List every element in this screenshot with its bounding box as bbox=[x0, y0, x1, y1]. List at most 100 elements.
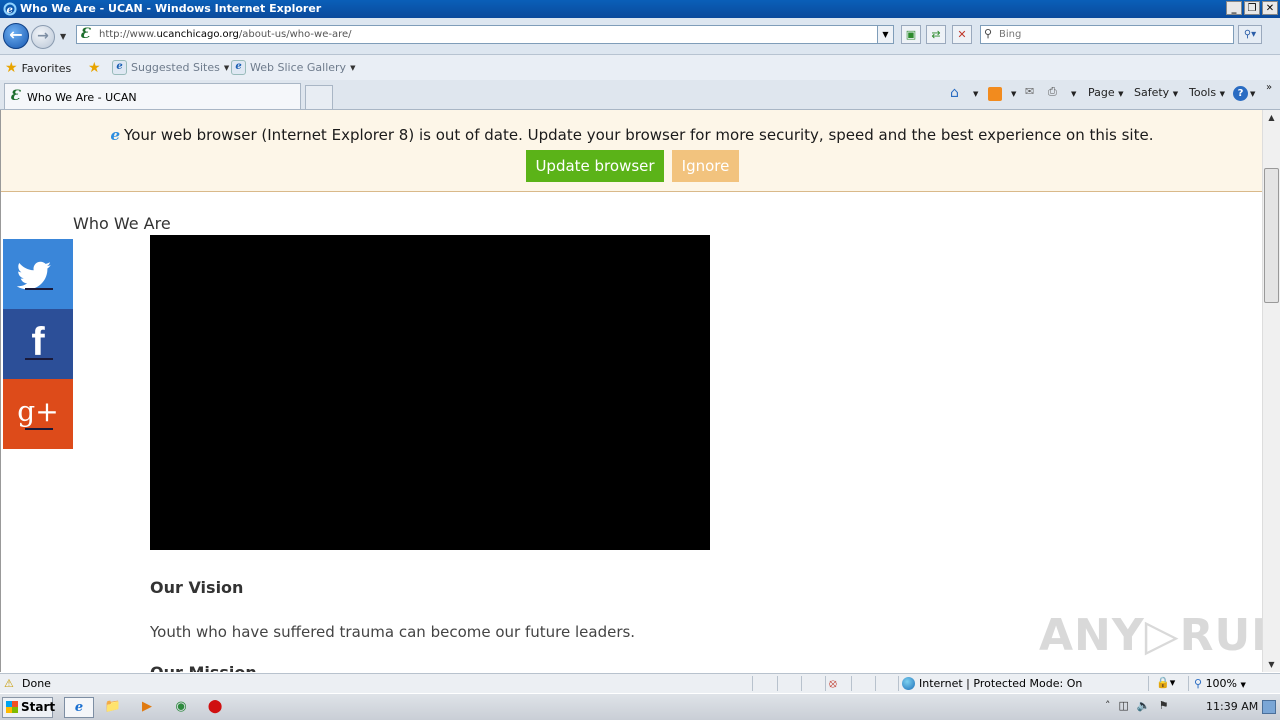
ignore-button[interactable]: Ignore bbox=[672, 150, 739, 182]
url-domain: ucanchicago.org bbox=[156, 29, 239, 40]
scrollbar-thumb[interactable] bbox=[1264, 168, 1279, 303]
popup-blocker-icon[interactable]: ⦻ bbox=[829, 676, 837, 691]
taskbar-opera[interactable]: ⬤ bbox=[200, 697, 230, 718]
web-slice-icon: e bbox=[231, 60, 246, 75]
clock[interactable]: 11:39 AM bbox=[1206, 700, 1258, 713]
twitter-share-button[interactable] bbox=[3, 239, 73, 309]
rss-feed-icon[interactable] bbox=[988, 87, 1002, 101]
search-box[interactable]: ⚲ bbox=[980, 25, 1234, 44]
recent-pages-dropdown[interactable]: ▼ bbox=[60, 32, 66, 41]
tools-menu-label: Tools bbox=[1189, 86, 1217, 99]
facebook-share-button[interactable]: f bbox=[3, 309, 73, 379]
tools-menu[interactable]: Tools ▼ bbox=[1189, 86, 1225, 99]
address-url[interactable]: http://www.ucanchicago.org/about-us/who-… bbox=[99, 29, 352, 40]
taskbar-internet-explorer[interactable]: e bbox=[64, 697, 94, 718]
chevron-down-icon: ▼ bbox=[350, 63, 356, 72]
google-plus-underline bbox=[25, 428, 53, 430]
taskbar-chrome[interactable]: ◉ bbox=[166, 697, 196, 718]
banner-message-text: Your web browser (Internet Explorer 8) i… bbox=[124, 126, 1154, 144]
scroll-up-arrow-icon[interactable]: ▲ bbox=[1264, 110, 1279, 125]
new-tab-button[interactable] bbox=[305, 85, 333, 109]
feeds-dropdown[interactable]: ▼ bbox=[1011, 90, 1016, 98]
chevron-more-icon[interactable]: » bbox=[1266, 82, 1272, 93]
stop-icon: ✕ bbox=[957, 28, 967, 41]
status-divider bbox=[801, 676, 802, 691]
web-slice-gallery-button[interactable]: e Web Slice Gallery ▼ bbox=[231, 60, 355, 75]
video-embed[interactable] bbox=[150, 235, 710, 550]
status-text: Done bbox=[22, 677, 51, 690]
print-icon[interactable]: ⎙ bbox=[1048, 85, 1064, 101]
minimize-button[interactable]: _ bbox=[1226, 1, 1242, 15]
read-mail-icon[interactable]: ✉ bbox=[1025, 85, 1041, 101]
back-button[interactable]: ← bbox=[3, 23, 29, 49]
print-dropdown[interactable]: ▼ bbox=[1071, 90, 1076, 98]
page-viewport: e Your web browser (Internet Explorer 8) … bbox=[0, 110, 1262, 672]
taskbar-media-player[interactable]: ▶ bbox=[132, 697, 162, 718]
home-icon[interactable]: ⌂ bbox=[950, 85, 966, 101]
status-divider bbox=[777, 676, 778, 691]
page-title: Who We Are bbox=[73, 214, 171, 233]
security-zone-label: Internet | Protected Mode: On bbox=[919, 677, 1083, 690]
page-menu-label: Page bbox=[1088, 86, 1115, 99]
window-title: Who We Are - UCAN - Windows Internet Exp… bbox=[20, 2, 322, 15]
tab-who-we-are[interactable]: Ɛ Who We Are - UCAN bbox=[4, 83, 301, 109]
compatibility-view-button[interactable]: ▣ bbox=[901, 25, 921, 44]
forward-arrow-icon: → bbox=[37, 28, 49, 44]
favorites-star-icon: ★ bbox=[5, 60, 18, 76]
taskbar-explorer[interactable]: 📁 bbox=[98, 697, 128, 718]
suggested-sites-label: Suggested Sites bbox=[131, 61, 220, 74]
google-plus-icon: g+ bbox=[17, 395, 59, 428]
security-zone[interactable]: Internet | Protected Mode: On bbox=[902, 677, 1082, 690]
address-bar[interactable]: Ɛ http://www.ucanchicago.org/about-us/wh… bbox=[76, 25, 894, 44]
search-button[interactable]: ⚲▾ bbox=[1238, 25, 1262, 44]
web-slice-gallery-label: Web Slice Gallery bbox=[250, 61, 347, 74]
suggested-sites-button[interactable]: e Suggested Sites ▼ bbox=[112, 60, 229, 75]
restore-button[interactable]: ❐ bbox=[1244, 1, 1260, 15]
favorites-bar: ★ Favorites ★ e Suggested Sites ▼ e Web … bbox=[0, 55, 1280, 80]
start-button[interactable]: Start bbox=[2, 697, 55, 718]
window-controls: _ ❐ ✕ bbox=[1226, 1, 1278, 15]
zoom-level[interactable]: ⚲ 100% ▼ bbox=[1194, 677, 1246, 690]
vision-text: Youth who have suffered trauma can becom… bbox=[150, 623, 636, 641]
tray-expand-icon[interactable]: ˄ bbox=[1105, 699, 1111, 712]
protected-mode-icon[interactable]: 🔒▾ bbox=[1156, 676, 1175, 689]
scroll-down-arrow-icon[interactable]: ▼ bbox=[1264, 657, 1279, 672]
status-divider bbox=[752, 676, 753, 691]
volume-icon[interactable]: 🔈 bbox=[1137, 699, 1151, 712]
add-favorite-icon: ★ bbox=[88, 60, 101, 76]
show-desktop-button[interactable] bbox=[1262, 700, 1276, 714]
url-prefix: http://www. bbox=[99, 29, 157, 40]
internet-explorer-icon: e bbox=[74, 700, 84, 715]
update-browser-button[interactable]: Update browser bbox=[526, 150, 664, 182]
banner-message: e Your web browser (Internet Explorer 8) … bbox=[1, 126, 1262, 144]
ie-logo-icon: e bbox=[3, 2, 17, 16]
status-divider bbox=[875, 676, 876, 691]
status-divider bbox=[1188, 676, 1189, 691]
address-dropdown-button[interactable]: ▼ bbox=[877, 26, 893, 43]
refresh-button[interactable]: ⇄ bbox=[926, 25, 946, 44]
safety-menu[interactable]: Safety ▼ bbox=[1134, 86, 1178, 99]
safety-menu-label: Safety bbox=[1134, 86, 1170, 99]
forward-button[interactable]: → bbox=[31, 25, 55, 49]
home-dropdown[interactable]: ▼ bbox=[973, 90, 978, 98]
help-dropdown[interactable]: ▼ bbox=[1250, 90, 1255, 98]
system-tray: ˄ ◫ 🔈 ⚑ bbox=[1105, 699, 1168, 712]
search-input[interactable] bbox=[999, 27, 1229, 42]
action-center-flag-icon[interactable]: ⚑ bbox=[1159, 699, 1169, 712]
close-window-button[interactable]: ✕ bbox=[1262, 1, 1278, 15]
url-path: /about-us/who-we-are/ bbox=[238, 29, 352, 40]
network-icon[interactable]: ◫ bbox=[1119, 699, 1129, 712]
chevron-down-icon: ▼ bbox=[1118, 90, 1124, 98]
add-to-favorites-bar-button[interactable]: ★ bbox=[88, 60, 101, 76]
help-icon[interactable]: ? bbox=[1233, 86, 1248, 101]
favorites-button[interactable]: ★ Favorites bbox=[5, 60, 71, 76]
windows-logo-icon bbox=[6, 701, 18, 713]
svg-text:e: e bbox=[7, 5, 13, 16]
mission-heading: Our Mission bbox=[150, 663, 257, 672]
stop-button[interactable]: ✕ bbox=[952, 25, 972, 44]
vertical-scrollbar[interactable]: ▲ ▼ bbox=[1262, 110, 1280, 672]
search-icon: ⚲▾ bbox=[1243, 29, 1257, 40]
google-plus-share-button[interactable]: g+ bbox=[3, 379, 73, 449]
search-provider-icon: ⚲ bbox=[984, 27, 993, 40]
page-menu[interactable]: Page ▼ bbox=[1088, 86, 1124, 99]
